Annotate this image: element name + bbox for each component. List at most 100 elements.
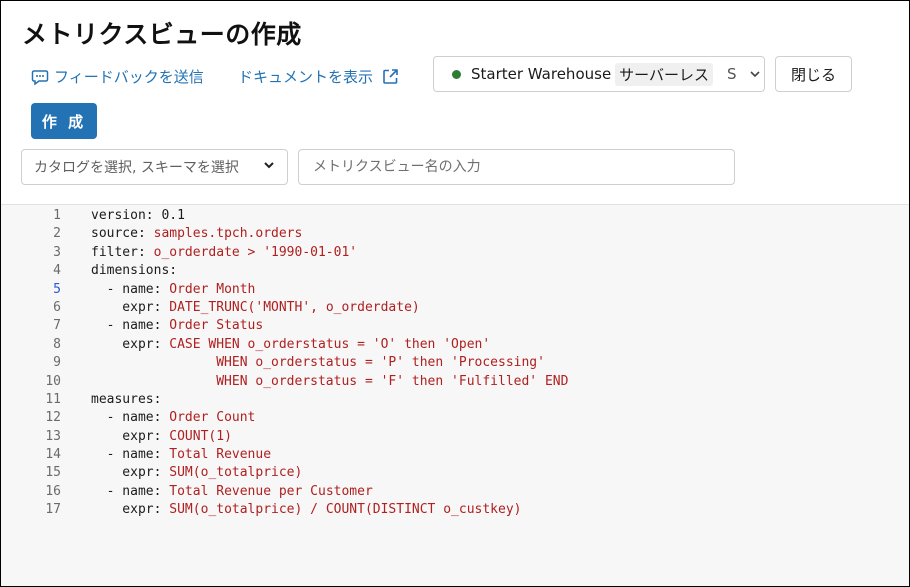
code-key (91, 374, 216, 389)
code-line: 14 - name: Total Revenue (1, 446, 568, 464)
code-text: source: samples.tpch.orders (91, 225, 302, 243)
code-line: 17 expr: SUM(o_totalprice) / COUNT(DISTI… (1, 501, 568, 519)
chat-bubble-icon (31, 68, 49, 86)
code-line: 2 source: samples.tpch.orders (1, 225, 568, 243)
code-text: measures: (91, 391, 161, 409)
docs-link[interactable]: ドキュメントを表示 (238, 66, 399, 87)
code-key (91, 355, 216, 370)
line-number: 10 (45, 373, 61, 389)
external-link-icon (382, 68, 399, 85)
code-text: expr: COUNT(1) (91, 428, 232, 446)
code-value: samples.tpch.orders (153, 226, 303, 242)
code-text: expr: SUM(o_totalprice) / COUNT(DISTINCT… (91, 501, 521, 519)
code-value: SUM(o_totalprice) / COUNT(DISTINCT o_cus… (169, 502, 522, 518)
code-value: Total Revenue per Customer (169, 483, 373, 499)
create-button[interactable]: 作 成 (31, 103, 97, 139)
metric-view-name-input[interactable] (298, 149, 735, 185)
code-text: WHEN o_orderstatus = 'P' then 'Processin… (91, 354, 545, 372)
code-lines: 1 version: 0.1 2 source: samples.tpch.order… (1, 207, 568, 520)
code-text: WHEN o_orderstatus = 'F' then 'Fulfilled… (91, 373, 568, 391)
code-line: 15 expr: SUM(o_totalprice) (1, 464, 568, 482)
code-text: expr: DATE_TRUNC('MONTH', o_orderdate) (91, 299, 420, 317)
code-text: version: 0.1 (91, 207, 185, 225)
line-number: 16 (45, 483, 61, 499)
code-line: 10 WHEN o_orderstatus = 'F' then 'Fulfil… (1, 373, 568, 391)
line-number: 8 (53, 336, 61, 352)
code-line: 8 expr: CASE WHEN o_orderstatus = 'O' th… (1, 336, 568, 354)
code-text: - name: Order Status (91, 317, 264, 335)
serverless-badge: サーバーレス (615, 62, 714, 86)
catalog-schema-select-label: カタログを選択, スキーマを選択 (34, 160, 239, 176)
code-value: SUM(o_totalprice) (169, 465, 303, 481)
code-line: 9 WHEN o_orderstatus = 'P' then 'Process… (1, 354, 568, 372)
line-number: 2 (53, 226, 61, 242)
code-value: Order Status (169, 318, 264, 334)
code-key: - name: (91, 447, 170, 463)
line-number: 17 (45, 502, 61, 518)
code-line: 3 filter: o_orderdate > '1990-01-01' (1, 244, 568, 262)
chevron-down-icon (263, 159, 275, 175)
code-key: measures: (91, 391, 162, 407)
feedback-link[interactable]: フィードバックを送信 (31, 66, 204, 87)
line-number: 13 (45, 428, 61, 444)
warehouse-size: S (727, 65, 737, 83)
code-value: COUNT(1) (169, 428, 232, 444)
line-number: 6 (53, 299, 61, 315)
code-value: Total Revenue (169, 447, 272, 463)
line-number: 7 (53, 318, 61, 334)
code-value: WHEN o_orderstatus = 'P' then 'Processin… (216, 355, 545, 371)
code-value: Order Month (169, 281, 256, 297)
code-key: - name: (91, 483, 170, 499)
line-number: 5 (53, 281, 61, 297)
close-button[interactable]: 閉じる (775, 56, 852, 92)
code-text: dimensions: (91, 262, 177, 280)
code-text: - name: Order Count (91, 409, 256, 427)
code-value: DATE_TRUNC('MONTH', o_orderdate) (169, 299, 420, 315)
line-number: 4 (53, 263, 61, 279)
code-text: - name: Total Revenue (91, 446, 271, 464)
warehouse-select[interactable]: Starter Warehouse サーバーレス S (433, 56, 765, 92)
line-number: 9 (53, 355, 61, 371)
warehouse-name: Starter Warehouse (471, 65, 612, 83)
code-value: 0.1 (161, 208, 185, 223)
code-key: expr: (91, 428, 170, 444)
chevron-down-icon (749, 68, 761, 80)
line-number: 3 (53, 244, 61, 260)
catalog-schema-select[interactable]: カタログを選択, スキーマを選択 (21, 149, 288, 185)
code-key: source: (91, 226, 154, 242)
code-key: version: (91, 208, 162, 223)
code-text: expr: CASE WHEN o_orderstatus = 'O' then… (91, 336, 490, 354)
feedback-link-label: フィードバックを送信 (54, 68, 204, 86)
code-key: expr: (91, 502, 170, 518)
code-value: WHEN o_orderstatus = 'F' then 'Fulfilled… (216, 373, 569, 389)
code-line: 7 - name: Order Status (1, 317, 568, 335)
code-line: 4 dimensions: (1, 262, 568, 280)
page-title: メトリクスビューの作成 (22, 20, 302, 49)
code-line: 5 - name: Order Month (1, 281, 568, 299)
code-text: expr: SUM(o_totalprice) (91, 464, 302, 482)
code-line: 16 - name: Total Revenue per Customer (1, 483, 568, 501)
code-key: expr: (91, 299, 170, 315)
code-line: 12 - name: Order Count (1, 409, 568, 427)
code-key: expr: (91, 336, 170, 352)
line-number: 1 (53, 208, 61, 223)
line-number: 15 (45, 465, 61, 481)
code-value: Order Count (169, 410, 256, 426)
code-text: - name: Total Revenue per Customer (91, 483, 373, 501)
code-line: 13 expr: COUNT(1) (1, 428, 568, 446)
code-key: - name: (91, 410, 170, 426)
metric-view-dialog: メトリクスビューの作成 フィードバックを送信 ドキュメントを表示 Starter… (0, 0, 910, 587)
line-number: 14 (45, 447, 61, 463)
code-key: filter: (91, 244, 154, 260)
code-value: CASE WHEN o_orderstatus = 'O' then 'Open… (169, 336, 491, 352)
code-key: dimensions: (91, 263, 178, 279)
code-key: - name: (91, 318, 170, 334)
status-dot (452, 69, 461, 79)
docs-link-label: ドキュメントを表示 (238, 68, 374, 86)
code-value: o_orderdate > '1990-01-01' (153, 244, 358, 260)
code-key: expr: (91, 465, 170, 481)
yaml-code-editor[interactable]: 1 version: 0.1 2 source: samples.tpch.order… (1, 204, 909, 586)
code-text: - name: Order Month (91, 281, 256, 299)
code-line: 11 measures: (1, 391, 568, 409)
line-number: 12 (45, 410, 61, 426)
